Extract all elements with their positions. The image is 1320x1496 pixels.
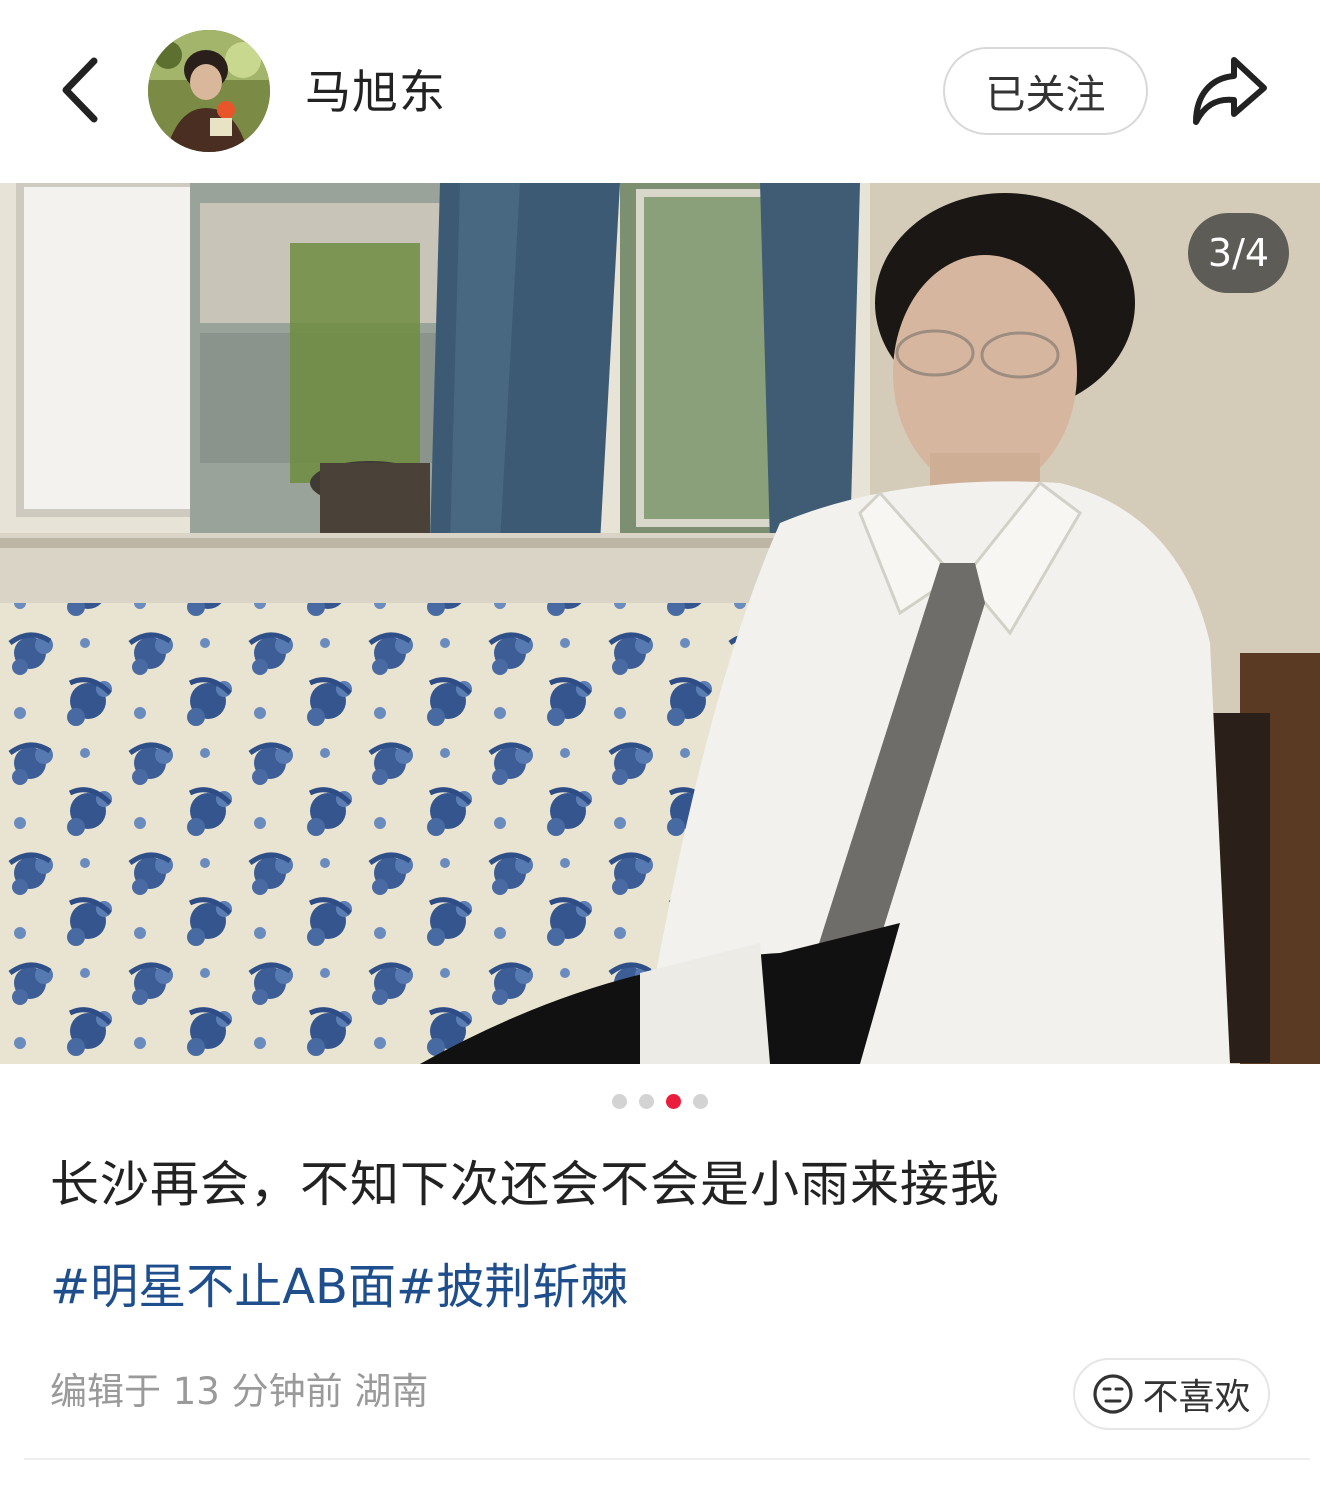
username[interactable]: 马旭东 xyxy=(305,62,446,122)
post-detail-page: 马旭东 已关注 3/4 长沙再会，不知下次还会不会是小雨来接我 #明星不止AB面… xyxy=(0,0,1320,1496)
image-counter: 3/4 xyxy=(1188,213,1289,293)
carousel-indicator xyxy=(0,1094,1320,1112)
divider xyxy=(24,1458,1310,1460)
tag-list: #明星不止AB面#披荆斩棘 xyxy=(50,1255,628,1319)
carousel-dot[interactable] xyxy=(639,1094,654,1109)
avatar[interactable] xyxy=(148,30,270,152)
dislike-label: 不喜欢 xyxy=(1142,1377,1251,1418)
post-photo xyxy=(0,183,1320,1064)
header-bar: 马旭东 已关注 xyxy=(0,0,1320,183)
topic-tag[interactable]: #明星不止AB面 xyxy=(50,1259,396,1315)
share-arrow-icon xyxy=(1193,57,1267,125)
neutral-face-icon xyxy=(1093,1374,1134,1414)
chevron-left-icon xyxy=(62,57,98,123)
carousel-dot[interactable] xyxy=(693,1094,708,1109)
carousel-dot[interactable] xyxy=(612,1094,627,1109)
post-meta: 编辑于 13 分钟前 湖南 xyxy=(50,1370,429,1413)
follow-button[interactable]: 已关注 xyxy=(943,47,1148,135)
dislike-button[interactable]: 不喜欢 xyxy=(1073,1358,1270,1430)
carousel-dot-active[interactable] xyxy=(666,1094,681,1109)
share-button[interactable] xyxy=(1188,52,1270,130)
photo-carousel[interactable]: 3/4 xyxy=(0,183,1320,1064)
post-title: 长沙再会，不知下次还会不会是小雨来接我 xyxy=(50,1156,1001,1213)
back-button[interactable] xyxy=(50,50,110,130)
topic-tag[interactable]: #披荆斩棘 xyxy=(396,1259,628,1315)
